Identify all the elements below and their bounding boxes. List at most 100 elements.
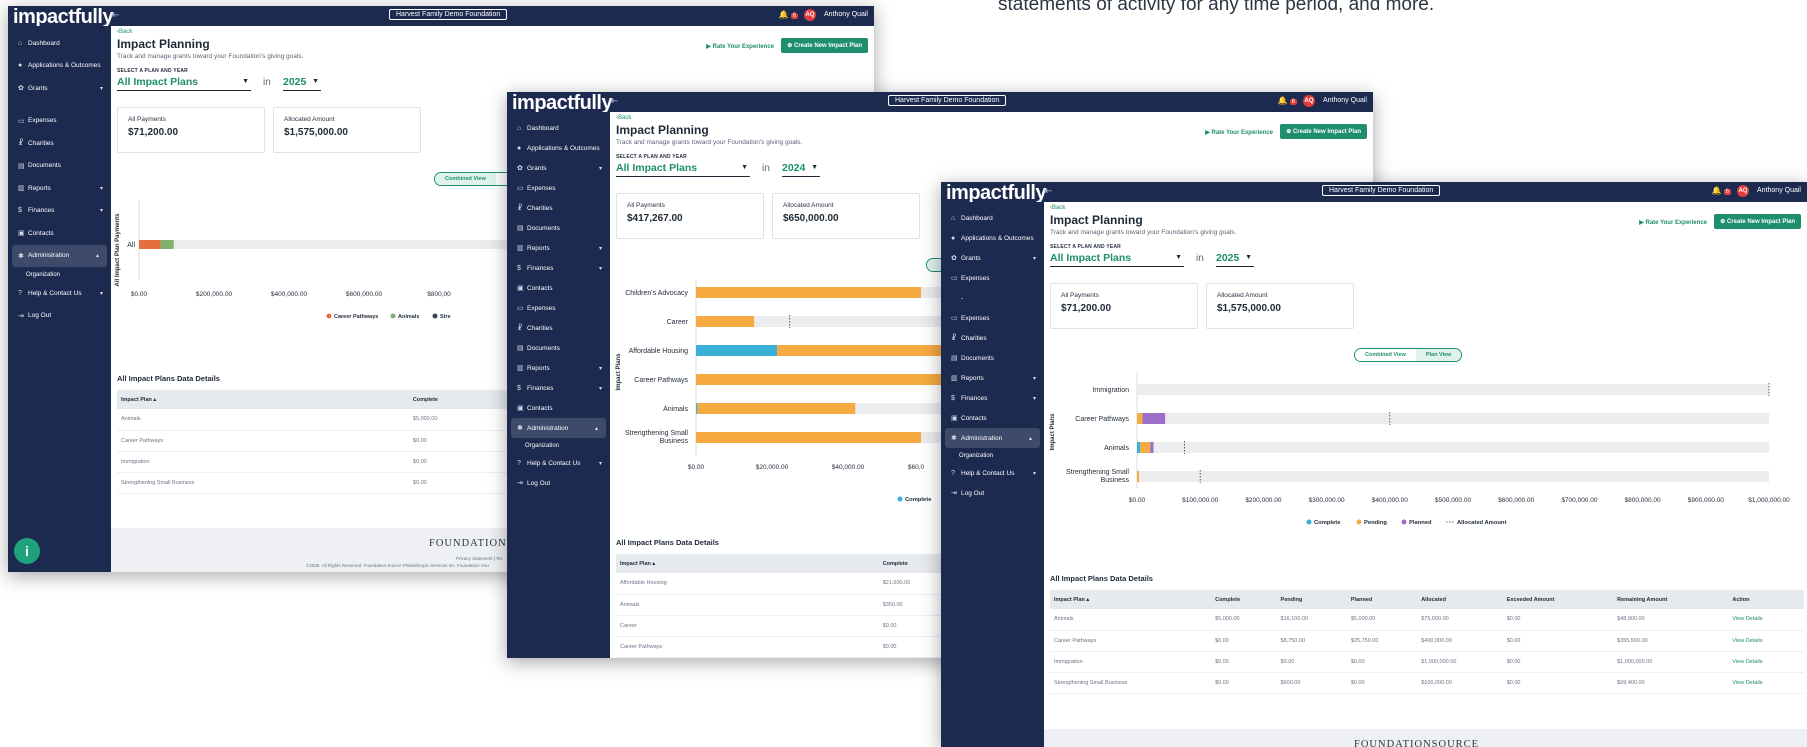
footer-links[interactable]: Privacy Statement | Ter	[456, 556, 502, 561]
sidebar-item-finances[interactable]: $ Finances ▾	[941, 388, 1044, 408]
sidebar-item-reports[interactable]: ▥ Reports ▾	[507, 238, 610, 258]
sidebar-item-administration[interactable]: ✱ Administration ▴	[945, 428, 1040, 448]
sidebar-item-reports[interactable]: ▥ Reports ▾	[507, 358, 610, 378]
column-header[interactable]: Allocated	[1417, 590, 1503, 609]
plan-select[interactable]: All Impact Plans ▼	[117, 76, 251, 91]
column-header[interactable]: Impact Plan ▴	[616, 554, 879, 573]
sidebar-item-charities[interactable]: ☧ Charities	[507, 198, 610, 218]
sidebar-item-applications-outcomes[interactable]: ● Applications & Outcomes	[507, 138, 610, 158]
sidebar-subitem-organization[interactable]: Organization	[941, 448, 1044, 463]
view-details-link[interactable]: View Details	[1728, 672, 1804, 694]
rate-experience-link[interactable]: ▶ Rate Your Experience	[1639, 219, 1707, 226]
year-select[interactable]: 2024 ▼	[782, 162, 820, 177]
sidebar-item-dashboard[interactable]: ⌂ Dashboard	[941, 208, 1044, 228]
column-header[interactable]: Exceeded Amount	[1502, 590, 1614, 609]
create-plan-button[interactable]: ⊕ Create New Impact Plan	[781, 38, 868, 53]
sidebar-item-contacts[interactable]: ▣ Contacts	[8, 222, 111, 245]
sidebar-item-help-contact-us[interactable]: ? Help & Contact Us ▾	[941, 463, 1044, 483]
sidebar-item-expenses[interactable]: ▭ Expenses	[507, 178, 610, 198]
sidebar-item-documents[interactable]: ▤ Documents	[507, 218, 610, 238]
sidebar-item-log-out[interactable]: ⇥ Log Out	[941, 483, 1044, 503]
sidebar-item-grants[interactable]: ✿ Grants ▾	[941, 248, 1044, 268]
collapse-sidebar-icon[interactable]: ⇤	[1044, 186, 1052, 197]
organization-selector[interactable]: Harvest Family Demo Foundation	[888, 95, 1007, 106]
year-select[interactable]: 2025 ▼	[1216, 252, 1254, 267]
column-header[interactable]: Action	[1728, 590, 1804, 609]
logo[interactable]: impactfully	[512, 93, 613, 113]
sidebar-item-applications[interactable]: ● Applications & Outcomes	[8, 55, 111, 78]
collapse-sidebar-icon[interactable]: ⇤	[111, 10, 119, 21]
notification-bell-icon[interactable]: 🔔 6	[1278, 96, 1297, 105]
sidebar-item-contacts[interactable]: ▣ Contacts	[507, 278, 610, 298]
sidebar-item-administration[interactable]: ✱ Administration ▴	[12, 244, 107, 267]
column-header[interactable]: Complete	[1211, 590, 1277, 609]
view-details-link[interactable]: View Details	[1728, 651, 1804, 673]
sidebar-item-contacts[interactable]: ▣ Contacts	[507, 398, 610, 418]
sidebar-item-logout[interactable]: ⇥ Log Out	[8, 305, 111, 328]
view-details-link[interactable]: View Details	[1728, 630, 1804, 652]
sidebar-item-contacts[interactable]: ▣ Contacts	[941, 408, 1044, 428]
view-toggle[interactable]: Combined View	[434, 172, 519, 186]
sidebar-item-finances[interactable]: $ Finances ▾	[8, 200, 111, 223]
column-header[interactable]: Impact Plan ▴	[117, 390, 409, 409]
sidebar-item-reports[interactable]: ▥ Reports ▾	[8, 177, 111, 200]
sidebar-item-documents[interactable]: ▤ Documents	[507, 338, 610, 358]
user-name[interactable]: Anthony Quail	[1757, 187, 1801, 194]
sidebar-item-documents[interactable]: ▤ Documents	[8, 155, 111, 178]
avatar[interactable]: AQ	[1303, 95, 1315, 107]
notification-bell-icon[interactable]: 🔔 6	[1712, 186, 1731, 195]
tab-plan-view[interactable]: Plan View	[1415, 349, 1462, 361]
sidebar-item-reports[interactable]: ▥ Reports ▾	[941, 368, 1044, 388]
sidebar-item-dashboard[interactable]: ⌂ Dashboard	[8, 32, 111, 55]
sidebar-item-expenses[interactable]: ▭ Expenses	[941, 268, 1044, 288]
tab-combined-view[interactable]: Combined View	[1355, 349, 1416, 361]
create-plan-button[interactable]: ⊕ Create New Impact Plan	[1280, 124, 1367, 139]
sidebar-item-charities[interactable]: ☧ Charities	[8, 132, 111, 155]
rate-experience-link[interactable]: ▶ Rate Your Experience	[1205, 129, 1273, 136]
organization-selector[interactable]: Harvest Family Demo Foundation	[1322, 185, 1441, 196]
sidebar-subitem-organization[interactable]: Organization	[8, 267, 111, 282]
sidebar-item-dashboard[interactable]: ⌂ Dashboard	[507, 118, 610, 138]
view-toggle[interactable]: Combined View Plan View	[1354, 348, 1463, 362]
sidebar-item-expenses[interactable]: ▭ Expenses	[8, 110, 111, 133]
view-details-link[interactable]: View Details	[1728, 609, 1804, 631]
avatar[interactable]: AQ	[804, 9, 816, 21]
sidebar-item-charities[interactable]: ☧ Charities	[941, 328, 1044, 348]
sidebar-item-expenses[interactable]: ▭ Expenses	[941, 308, 1044, 328]
collapse-sidebar-icon[interactable]: ⇤	[610, 96, 618, 107]
plan-select[interactable]: All Impact Plans ▼	[616, 162, 750, 177]
tab-combined-view[interactable]: Combined View	[435, 173, 496, 185]
create-plan-button[interactable]: ⊕ Create New Impact Plan	[1714, 214, 1801, 229]
sidebar-subitem-organization[interactable]: Organization	[507, 438, 610, 453]
sidebar-item-help[interactable]: ? Help & Contact Us ▾	[8, 282, 111, 305]
column-header[interactable]: Impact Plan ▴	[1050, 590, 1212, 609]
sidebar-item-charities[interactable]: ☧ Charities	[507, 318, 610, 338]
rate-experience-link[interactable]: ▶ Rate Your Experience	[706, 43, 774, 50]
column-header[interactable]: Remaining Amount	[1613, 590, 1729, 609]
year-select[interactable]: 2025 ▼	[283, 76, 321, 91]
sidebar-item-expenses[interactable]: ▭ Expenses	[507, 298, 610, 318]
avatar[interactable]: AQ	[1737, 185, 1749, 197]
sidebar-item-documents[interactable]: ▤ Documents	[941, 348, 1044, 368]
sidebar-item-help-contact-us[interactable]: ? Help & Contact Us ▾	[507, 453, 610, 473]
back-link[interactable]: ‹Back	[616, 115, 631, 121]
plan-select[interactable]: All Impact Plans ▼	[1050, 252, 1184, 267]
logo[interactable]: impactfully	[13, 7, 114, 27]
sidebar-item-grants[interactable]: ✿ Grants ▾	[507, 158, 610, 178]
sidebar-item-applications-outcomes[interactable]: ● Applications & Outcomes	[941, 228, 1044, 248]
organization-selector[interactable]: Harvest Family Demo Foundation	[389, 9, 508, 20]
logo[interactable]: impactfully	[946, 183, 1047, 203]
back-link[interactable]: ‹Back	[1050, 205, 1065, 211]
sidebar-item-grants[interactable]: ✿ Grants ▾	[8, 77, 111, 100]
column-header[interactable]: Pending	[1276, 590, 1347, 609]
user-name[interactable]: Anthony Quail	[824, 11, 868, 18]
back-link[interactable]: ‹Back	[117, 29, 132, 35]
column-header[interactable]: Planned	[1346, 590, 1418, 609]
sidebar-item-log-out[interactable]: ⇥ Log Out	[507, 473, 610, 493]
notification-bell-icon[interactable]: 🔔 6	[779, 10, 798, 19]
info-icon[interactable]: i	[14, 538, 40, 564]
sidebar-item-finances[interactable]: $ Finances ▾	[507, 258, 610, 278]
user-name[interactable]: Anthony Quail	[1323, 97, 1367, 104]
sidebar-item-finances[interactable]: $ Finances ▾	[507, 378, 610, 398]
sidebar-item-administration[interactable]: ✱ Administration ▴	[511, 418, 606, 438]
